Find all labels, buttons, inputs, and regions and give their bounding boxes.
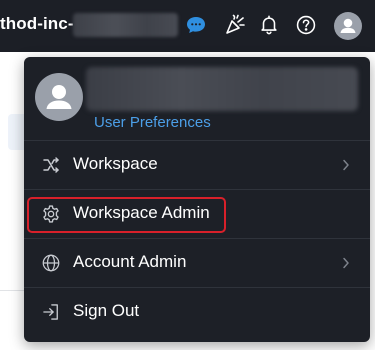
- profile-avatar: [35, 73, 83, 121]
- user-avatar-icon: [46, 85, 72, 109]
- user-avatar-icon: [340, 18, 356, 33]
- workspace-name[interactable]: thod-inc-: [0, 14, 74, 34]
- top-navigation-bar: thod-inc-: [0, 0, 375, 52]
- redacted-user-info: [86, 67, 358, 111]
- menu-item-sign-out[interactable]: Sign Out: [24, 288, 370, 336]
- redacted-workspace-name: [73, 13, 178, 37]
- menu-item-label: Workspace: [73, 154, 158, 173]
- menu-item-workspace[interactable]: Workspace: [24, 141, 370, 189]
- user-avatar-button[interactable]: [334, 12, 362, 40]
- menu-item-label: Account Admin: [73, 252, 187, 271]
- globe-icon: [40, 252, 62, 274]
- chat-bubble-icon[interactable]: [183, 12, 209, 38]
- user-preferences-link[interactable]: User Preferences: [94, 114, 211, 131]
- highlight-outline: [27, 197, 226, 233]
- announcement-icon[interactable]: [222, 12, 248, 38]
- bell-icon[interactable]: [256, 12, 282, 38]
- shuffle-icon: [40, 154, 62, 176]
- help-icon[interactable]: [293, 12, 319, 38]
- chevron-right-icon: [340, 158, 352, 172]
- user-menu-dropdown: User Preferences Workspace Workspace Adm…: [24, 57, 370, 342]
- profile-section: User Preferences: [24, 57, 370, 139]
- chevron-right-icon: [340, 256, 352, 270]
- menu-item-label: Sign Out: [73, 301, 140, 320]
- sign-out-icon: [40, 301, 62, 323]
- menu-item-account-admin[interactable]: Account Admin: [24, 239, 370, 287]
